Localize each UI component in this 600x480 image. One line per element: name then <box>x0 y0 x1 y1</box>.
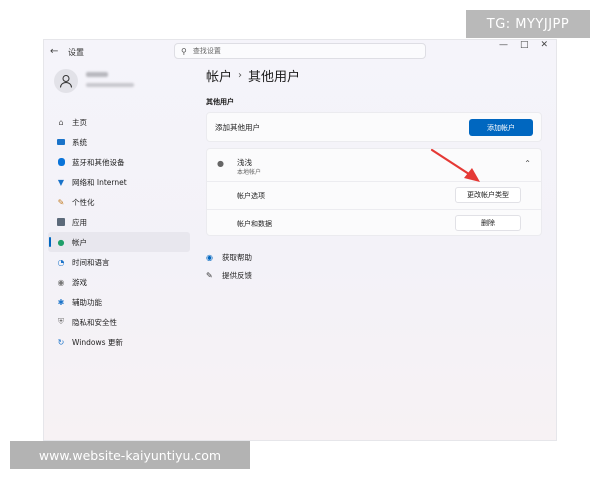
sidebar-item-accessibility[interactable]: ✱ 辅助功能 <box>48 292 190 312</box>
gaming-icon: ◉ <box>57 277 65 287</box>
add-account-button[interactable]: 添加帐户 <box>469 119 533 136</box>
account-icon: ● <box>57 237 65 247</box>
brush-icon: ✎ <box>57 197 65 207</box>
sidebar-item-accounts[interactable]: ● 帐户 <box>48 232 190 252</box>
sidebar-item-privacy[interactable]: ⛨ 隐私和安全性 <box>48 312 190 332</box>
sidebar-item-label: Windows 更新 <box>72 337 123 347</box>
help-icon: ◉ <box>206 253 213 262</box>
sidebar-item-label: 辅助功能 <box>72 297 102 307</box>
accessibility-icon: ✱ <box>57 297 65 307</box>
sidebar-item-label: 系统 <box>72 137 87 147</box>
search-icon: ⚲ <box>181 46 187 56</box>
search-box[interactable]: ⚲ <box>174 43 426 59</box>
account-data-label: 帐户和数据 <box>237 220 272 228</box>
watermark-tg: TG: MYYJJPP <box>466 10 590 38</box>
sidebar-item-network[interactable]: ▼ 网络和 Internet <box>48 172 190 192</box>
minimize-icon[interactable]: — <box>499 40 508 50</box>
user-name-blurred <box>86 72 108 77</box>
close-icon[interactable]: ✕ <box>540 40 548 50</box>
sidebar-item-label: 时间和语言 <box>72 257 110 267</box>
user-email-blurred <box>86 83 134 87</box>
sidebar-item-apps[interactable]: 应用 <box>48 212 190 232</box>
add-user-label: 添加其他用户 <box>215 122 260 132</box>
sidebar-item-gaming[interactable]: ◉ 游戏 <box>48 272 190 292</box>
sidebar-item-system[interactable]: 系统 <box>48 132 190 152</box>
search-input[interactable] <box>190 46 415 56</box>
home-icon: ⌂ <box>58 117 64 127</box>
settings-window: ← 设置 — □ ✕ ⚲ ⌂ 主页 系统 蓝牙和其他设备 ▼ 网络和 Int <box>44 40 556 440</box>
windows-update-icon: ↻ <box>57 337 65 347</box>
sidebar-item-home[interactable]: ⌂ 主页 <box>48 112 190 132</box>
feedback-icon: ✎ <box>206 271 213 280</box>
user-icon <box>60 75 72 88</box>
user-card: ● 浅浅 本地帐户 ⌃ 帐户选项 更改帐户类型 帐户和数据 删除 <box>206 148 542 236</box>
sidebar-item-label: 蓝牙和其他设备 <box>72 157 125 167</box>
breadcrumb-separator-icon: › <box>238 70 243 81</box>
bluetooth-icon <box>56 157 66 167</box>
account-data-row: 帐户和数据 删除 <box>207 210 541 237</box>
account-options-row: 帐户选项 更改帐户类型 <box>207 182 541 210</box>
account-options-label: 帐户选项 <box>237 192 265 200</box>
sidebar-item-label: 应用 <box>72 217 87 227</box>
get-help-link[interactable]: ◉ 获取帮助 <box>206 252 252 263</box>
feedback-label: 提供反馈 <box>222 271 252 280</box>
breadcrumb: 帐户 › 其他用户 <box>206 66 300 85</box>
window-controls: — □ ✕ <box>499 40 548 50</box>
maximize-icon[interactable]: □ <box>520 40 529 50</box>
network-icon: ▼ <box>57 177 65 187</box>
feedback-link[interactable]: ✎ 提供反馈 <box>206 270 252 281</box>
sidebar: ⌂ 主页 系统 蓝牙和其他设备 ▼ 网络和 Internet ✎ 个性化 应用 … <box>48 112 190 352</box>
sidebar-item-label: 网络和 Internet <box>72 177 127 187</box>
sidebar-item-label: 帐户 <box>72 237 87 247</box>
sidebar-item-windows-update[interactable]: ↻ Windows 更新 <box>48 332 190 352</box>
shield-icon: ⛨ <box>58 317 64 326</box>
watermark-url: www.website-kaiyuntiyu.com <box>10 441 250 469</box>
add-user-row: 添加其他用户 添加帐户 <box>206 112 542 142</box>
apps-icon <box>56 217 66 227</box>
sidebar-item-label: 游戏 <box>72 277 87 287</box>
sidebar-item-time-language[interactable]: ◔ 时间和语言 <box>48 252 190 272</box>
system-icon <box>56 137 66 147</box>
page-title: 其他用户 <box>248 70 301 85</box>
sidebar-item-label: 隐私和安全性 <box>72 317 117 327</box>
person-icon: ● <box>217 159 224 168</box>
sidebar-item-bluetooth[interactable]: 蓝牙和其他设备 <box>48 152 190 172</box>
get-help-label: 获取帮助 <box>222 253 252 262</box>
remove-button[interactable]: 删除 <box>455 215 521 231</box>
avatar[interactable] <box>54 69 78 93</box>
sidebar-item-label: 主页 <box>72 117 87 127</box>
back-arrow-icon[interactable]: ← <box>50 46 58 57</box>
change-account-type-button[interactable]: 更改帐户类型 <box>455 187 521 203</box>
section-title: 其他用户 <box>206 98 234 106</box>
sidebar-item-personalization[interactable]: ✎ 个性化 <box>48 192 190 212</box>
time-language-icon: ◔ <box>57 257 65 267</box>
user-card-header[interactable]: ● 浅浅 本地帐户 ⌃ <box>207 149 541 182</box>
breadcrumb-parent[interactable]: 帐户 <box>206 66 232 85</box>
user-type: 本地帐户 <box>237 169 262 176</box>
app-title: 设置 <box>68 48 84 57</box>
sidebar-item-label: 个性化 <box>72 197 95 207</box>
chevron-up-icon[interactable]: ⌃ <box>524 159 531 168</box>
